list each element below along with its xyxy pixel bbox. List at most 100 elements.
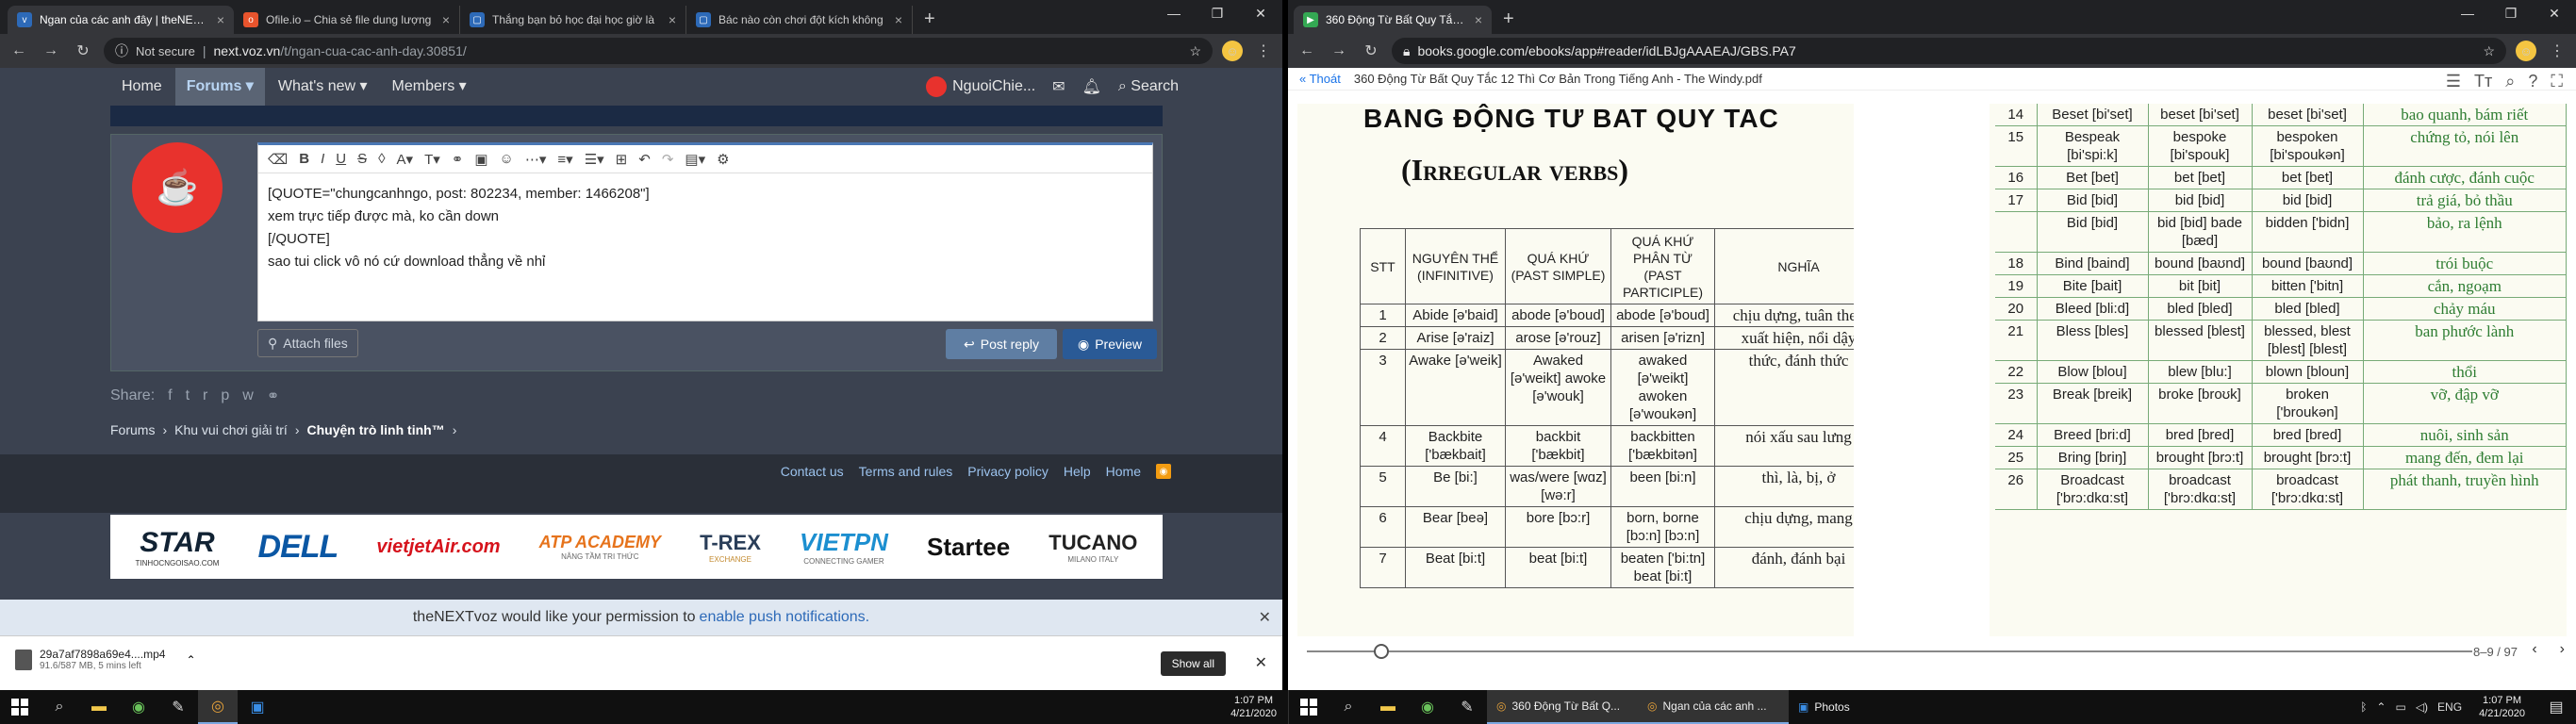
user-menu[interactable]: NguoiChie... (926, 76, 1035, 97)
close-download-bar-icon[interactable]: ✕ (1255, 653, 1267, 672)
taskbar-app-books[interactable]: ◎ 360 Động Từ Bất Q... (1487, 690, 1638, 724)
clock[interactable]: 1:07 PM 4/21/2020 (1219, 694, 1288, 720)
close-tab-icon[interactable]: × (1475, 12, 1482, 27)
restore-icon[interactable]: ❐ (2489, 0, 2533, 26)
footer-contact[interactable]: Contact us (781, 464, 844, 479)
address-bar[interactable]: 🔒︎ books.google.com/ebooks/app#reader/id… (1392, 38, 2506, 64)
close-window-icon[interactable]: ✕ (2533, 0, 2576, 26)
tab-bac-nao[interactable]: ▢ Bác nào còn chơi đột kích không × (686, 6, 913, 34)
volume-icon[interactable]: ◁) (2416, 700, 2428, 714)
minimize-icon[interactable]: — (2446, 0, 2489, 26)
restore-icon[interactable]: ❐ (1196, 0, 1239, 26)
search-icon[interactable]: ⌕ (40, 690, 79, 724)
file-explorer-icon[interactable]: ▬ (1368, 690, 1408, 724)
back-arrow-icon[interactable]: ← (8, 42, 30, 59)
new-tab-button[interactable]: + (913, 6, 947, 34)
table-icon[interactable]: ⊞ (616, 151, 628, 168)
app-tool-icon[interactable]: ✎ (158, 690, 198, 724)
photos-icon[interactable]: ▣ (238, 690, 277, 724)
previous-page-icon[interactable]: ‹ (2532, 641, 2536, 658)
editor-text[interactable]: [QUOTE="chungcanhngo, post: 802234, memb… (258, 173, 1152, 283)
tab-ofile[interactable]: o Ofile.io – Chia sẻ file dung lượng × (234, 6, 460, 34)
help-icon[interactable]: ? (2528, 72, 2537, 91)
enable-notifications-link[interactable]: enable push notifications. (700, 609, 870, 626)
address-bar[interactable]: ⓘ Not secure | next.voz.vn/t/ngan-cua-ca… (104, 38, 1213, 64)
font-icon[interactable]: A▾ (397, 151, 414, 168)
forward-arrow-icon[interactable]: → (1328, 42, 1350, 59)
taskbar-app-photos[interactable]: ▣ Photos (1789, 690, 1940, 724)
profile-avatar[interactable]: ☺ (2516, 41, 2536, 61)
app-tool-icon[interactable]: ✎ (1447, 690, 1487, 724)
chevron-up-icon[interactable]: ⌃ (2376, 700, 2386, 714)
whatsapp-icon[interactable]: w (242, 387, 254, 404)
search-nav[interactable]: ⌕ Search (1118, 78, 1179, 95)
download-item[interactable]: 29a7af7898a69e4....mp4 91.6/587 MB, 5 mi… (15, 648, 196, 671)
font-size-icon[interactable]: T▾ (424, 151, 440, 168)
nav-members[interactable]: Members ▾ (381, 68, 478, 106)
reddit-icon[interactable]: r (203, 387, 207, 404)
search-icon[interactable]: ⌕ (2505, 72, 2515, 91)
reload-icon[interactable]: ↻ (72, 41, 94, 60)
star-icon[interactable]: ☆ (1189, 43, 1201, 59)
italic-icon[interactable]: I (321, 151, 324, 167)
close-notification-icon[interactable]: ✕ (1259, 608, 1271, 627)
link-share-icon[interactable]: ⚭ (267, 387, 279, 405)
close-tab-icon[interactable]: × (217, 12, 224, 27)
breadcrumb-current[interactable]: Chuyện trò linh tinh™ (306, 422, 444, 437)
rss-icon[interactable]: ◉ (1156, 464, 1171, 479)
menu-dots-icon[interactable]: ⋮ (1252, 41, 1275, 60)
strikethrough-icon[interactable]: S (357, 151, 367, 167)
inbox-icon[interactable]: ✉ (1052, 77, 1065, 96)
search-icon[interactable]: ⌕ (1329, 690, 1368, 724)
sponsor-banner[interactable]: STAR TINHOCNGOISAO.COM DELL vietjetAir.co… (110, 515, 1163, 579)
underline-icon[interactable]: U (336, 151, 346, 167)
profile-avatar[interactable]: ☺ (1222, 41, 1243, 61)
taskbar-app-voz[interactable]: ◎ Ngan của các anh ... (1638, 690, 1789, 724)
new-tab-button[interactable]: + (1492, 6, 1526, 34)
fullscreen-icon[interactable]: ⛶ (2551, 72, 2563, 91)
star-icon[interactable]: ☆ (2483, 43, 2495, 59)
reload-icon[interactable]: ↻ (1360, 41, 1382, 60)
post-reply-button[interactable]: ↩ Post reply (946, 329, 1057, 359)
breadcrumb-khu-vui-choi[interactable]: Khu vui chơi giải trí (174, 422, 288, 437)
app-green-icon[interactable]: ◉ (119, 690, 158, 724)
breadcrumb-forums[interactable]: Forums (110, 422, 155, 437)
language-indicator[interactable]: ENG (2437, 700, 2462, 714)
bluetooth-icon[interactable]: ᛒ (2360, 700, 2367, 714)
tab-voz[interactable]: v Ngan của các anh đây | theNEXTvoz × (8, 6, 234, 34)
exit-link[interactable]: « Thoát (1299, 72, 1341, 86)
footer-help[interactable]: Help (1064, 464, 1091, 479)
source-icon[interactable]: ▤▾ (685, 151, 705, 168)
reply-editor[interactable]: ⌫ B I U S ◊ A▾ T▾ ⚭ ▣ ☺ ⋯▾ ≡▾ ☰▾ ⊞ ↶ ↷ ▤… (257, 142, 1153, 321)
close-tab-icon[interactable]: × (895, 12, 902, 27)
list-icon[interactable]: ☰▾ (585, 151, 604, 168)
preview-button[interactable]: ◉ Preview (1063, 329, 1157, 359)
info-icon[interactable]: ⓘ (115, 41, 128, 60)
emoji-icon[interactable]: ☺ (500, 151, 514, 167)
chevron-up-icon[interactable]: ⌃ (186, 653, 195, 666)
file-explorer-icon[interactable]: ▬ (79, 690, 119, 724)
align-icon[interactable]: ≡▾ (557, 151, 572, 168)
close-window-icon[interactable]: ✕ (1239, 0, 1282, 26)
footer-home[interactable]: Home (1106, 464, 1141, 479)
next-page-icon[interactable]: › (2560, 641, 2565, 658)
chrome-icon[interactable]: ◎ (198, 690, 238, 724)
minimize-icon[interactable]: — (1152, 0, 1196, 26)
start-button[interactable] (1289, 690, 1329, 724)
footer-terms[interactable]: Terms and rules (859, 464, 953, 479)
facebook-icon[interactable]: f (168, 387, 172, 404)
link-icon[interactable]: ⚭ (452, 151, 464, 168)
tab-thang-ban[interactable]: ▢ Thắng bạn bỏ học đại học giờ là × (460, 6, 686, 34)
nav-whats-new[interactable]: What's new ▾ (267, 68, 379, 106)
menu-dots-icon[interactable]: ⋮ (2546, 41, 2568, 60)
notifications-icon[interactable]: ▤ (2536, 690, 2576, 724)
start-button[interactable] (0, 690, 40, 724)
page-scrubber[interactable] (1307, 650, 2472, 652)
text-settings-icon[interactable]: Tт (2474, 72, 2492, 91)
tab-google-books[interactable]: ▶ 360 Động Từ Bất Quy Tắc 12 Thì × (1294, 6, 1492, 34)
image-icon[interactable]: ▣ (474, 151, 487, 168)
clock[interactable]: 1:07 PM 4/21/2020 (2468, 694, 2536, 720)
color-icon[interactable]: ◊ (378, 151, 385, 167)
attach-files-button[interactable]: ⚲ Attach files (257, 329, 358, 357)
bold-icon[interactable]: B (299, 151, 309, 167)
